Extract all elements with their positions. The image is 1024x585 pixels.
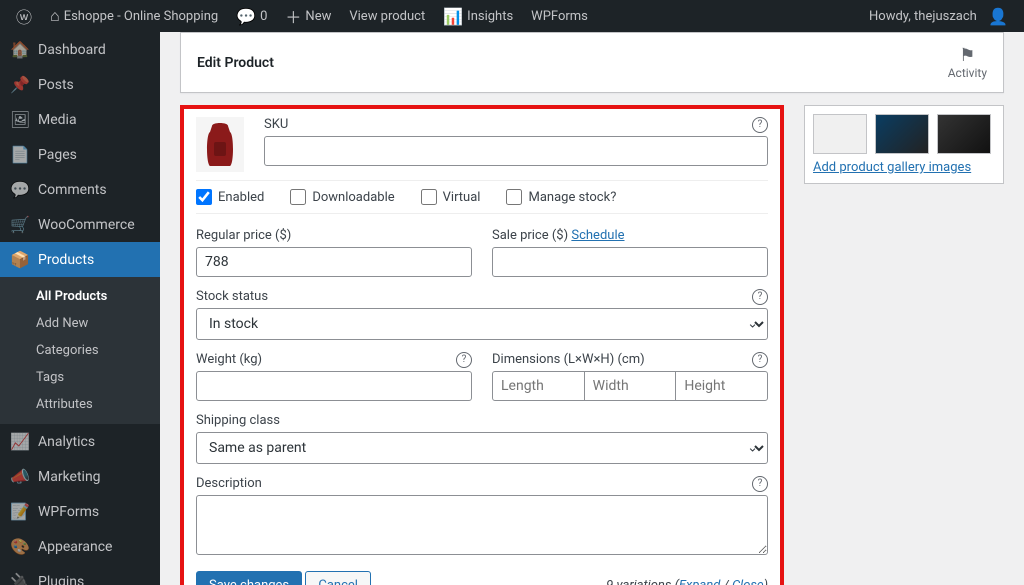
downloadable-toggle[interactable]: Downloadable [290, 189, 394, 205]
shipping-class-label: Shipping class [196, 413, 768, 428]
admin-topbar: ⓦ ⌂ Eshoppe - Online Shopping 💬0 ＋New Vie… [0, 0, 1024, 32]
comment-icon: 💬 [236, 7, 256, 26]
menu-wpforms[interactable]: 📝WPForms [0, 494, 160, 529]
sale-price-input[interactable] [492, 247, 768, 277]
menu-appearance[interactable]: 🎨Appearance [0, 529, 160, 564]
menu-woocommerce[interactable]: 🛒WooCommerce [0, 207, 160, 242]
sku-label: SKU [264, 117, 768, 132]
manage-stock-toggle[interactable]: Manage stock? [506, 189, 616, 205]
submenu-all-products[interactable]: All Products [0, 283, 160, 310]
menu-plugins[interactable]: 🔌Plugins [0, 564, 160, 585]
insights-link[interactable]: 📊Insights [435, 0, 521, 32]
gallery-thumb[interactable] [813, 114, 867, 154]
menu-media[interactable]: 🖼Media [0, 102, 160, 137]
stock-status-label: Stock status [196, 289, 768, 304]
wordpress-icon: ⓦ [16, 4, 32, 28]
view-product-link[interactable]: View product [341, 0, 433, 32]
site-link[interactable]: ⌂ Eshoppe - Online Shopping [42, 0, 226, 32]
stock-status-select[interactable]: In stock [196, 308, 768, 340]
sale-price-label: Sale price ($) Schedule [492, 228, 768, 243]
help-icon[interactable]: ? [752, 352, 768, 368]
analytics-icon: 📈 [10, 432, 30, 451]
gallery-thumb[interactable] [875, 114, 929, 154]
wpforms-link[interactable]: WPForms [523, 0, 596, 32]
add-gallery-images-link[interactable]: Add product gallery images [813, 160, 995, 175]
pin-icon: 📌 [10, 75, 30, 94]
home-icon: ⌂ [50, 6, 60, 26]
media-icon: 🖼 [10, 110, 30, 129]
regular-price-label: Regular price ($) [196, 228, 472, 243]
menu-pages[interactable]: 📄Pages [0, 137, 160, 172]
length-input[interactable] [492, 371, 585, 401]
description-textarea[interactable] [196, 495, 768, 555]
submenu-tags[interactable]: Tags [0, 364, 160, 391]
enabled-checkbox[interactable] [196, 189, 212, 205]
variations-status: 9 variations (Expand / Close) [606, 578, 768, 585]
howdy-link[interactable]: Howdy, thejuszach 👤 [861, 0, 1016, 32]
plus-icon: ＋ [285, 4, 301, 28]
cancel-button[interactable]: Cancel [305, 571, 371, 585]
page-icon: 📄 [10, 145, 30, 164]
avatar-icon: 👤 [988, 7, 1008, 26]
submenu-add-new[interactable]: Add New [0, 310, 160, 337]
products-icon: 📦 [10, 250, 30, 269]
new-link[interactable]: ＋New [277, 0, 339, 32]
backpack-icon [200, 120, 240, 170]
help-icon[interactable]: ? [752, 289, 768, 305]
regular-price-input[interactable] [196, 247, 472, 277]
expand-link[interactable]: Expand [679, 578, 720, 585]
activity-panel[interactable]: ⚑ Activity [948, 45, 987, 80]
downloadable-checkbox[interactable] [290, 189, 306, 205]
gallery-thumb[interactable] [937, 114, 991, 154]
width-input[interactable] [584, 371, 677, 401]
save-button[interactable]: Save changes [196, 571, 302, 585]
shipping-class-select[interactable]: Same as parent [196, 432, 768, 464]
virtual-toggle[interactable]: Virtual [421, 189, 481, 205]
menu-dashboard[interactable]: 🏠Dashboard [0, 32, 160, 67]
weight-label: Weight (kg) [196, 352, 472, 367]
flag-icon: ⚑ [948, 45, 987, 66]
sku-input[interactable] [264, 136, 768, 166]
submenu-categories[interactable]: Categories [0, 337, 160, 364]
page-title: Edit Product [197, 55, 274, 71]
variation-flags: Enabled Downloadable Virtual Manage stoc… [196, 180, 768, 214]
help-icon[interactable]: ? [456, 352, 472, 368]
variation-thumbnail[interactable] [196, 117, 244, 172]
woo-icon: 🛒 [10, 215, 30, 234]
menu-analytics[interactable]: 📈Analytics [0, 424, 160, 459]
plugin-icon: 🔌 [10, 572, 30, 585]
comments-link[interactable]: 💬0 [228, 0, 275, 32]
dimensions-label: Dimensions (L×W×H) (cm) [492, 352, 768, 367]
help-icon[interactable]: ? [752, 476, 768, 492]
variation-panel: ? SKU Enabled Downloadable Virtual Manag… [180, 105, 784, 585]
enabled-toggle[interactable]: Enabled [196, 189, 264, 205]
site-name: Eshoppe - Online Shopping [64, 9, 218, 24]
menu-comments[interactable]: 💬Comments [0, 172, 160, 207]
virtual-checkbox[interactable] [421, 189, 437, 205]
wp-logo-link[interactable]: ⓦ [8, 0, 40, 32]
weight-input[interactable] [196, 371, 472, 401]
description-label: Description [196, 476, 768, 491]
menu-products[interactable]: 📦Products [0, 242, 160, 277]
submenu-attributes[interactable]: Attributes [0, 391, 160, 418]
manage-stock-checkbox[interactable] [506, 189, 522, 205]
height-input[interactable] [675, 371, 768, 401]
help-icon[interactable]: ? [752, 117, 768, 133]
megaphone-icon: 📣 [10, 467, 30, 486]
page-header: Edit Product ⚑ Activity [180, 32, 1004, 93]
form-icon: 📝 [10, 502, 30, 521]
close-link[interactable]: Close [732, 578, 764, 585]
menu-posts[interactable]: 📌Posts [0, 67, 160, 102]
comment-icon: 💬 [10, 180, 30, 199]
gallery-metabox: Add product gallery images [804, 105, 1004, 184]
brush-icon: 🎨 [10, 537, 30, 556]
products-submenu: All Products Add New Categories Tags Att… [0, 277, 160, 424]
chart-icon: 📊 [443, 7, 463, 26]
menu-marketing[interactable]: 📣Marketing [0, 459, 160, 494]
dashboard-icon: 🏠 [10, 40, 30, 59]
admin-sidebar: 🏠Dashboard 📌Posts 🖼Media 📄Pages 💬Comment… [0, 32, 160, 585]
schedule-link[interactable]: Schedule [571, 228, 624, 243]
